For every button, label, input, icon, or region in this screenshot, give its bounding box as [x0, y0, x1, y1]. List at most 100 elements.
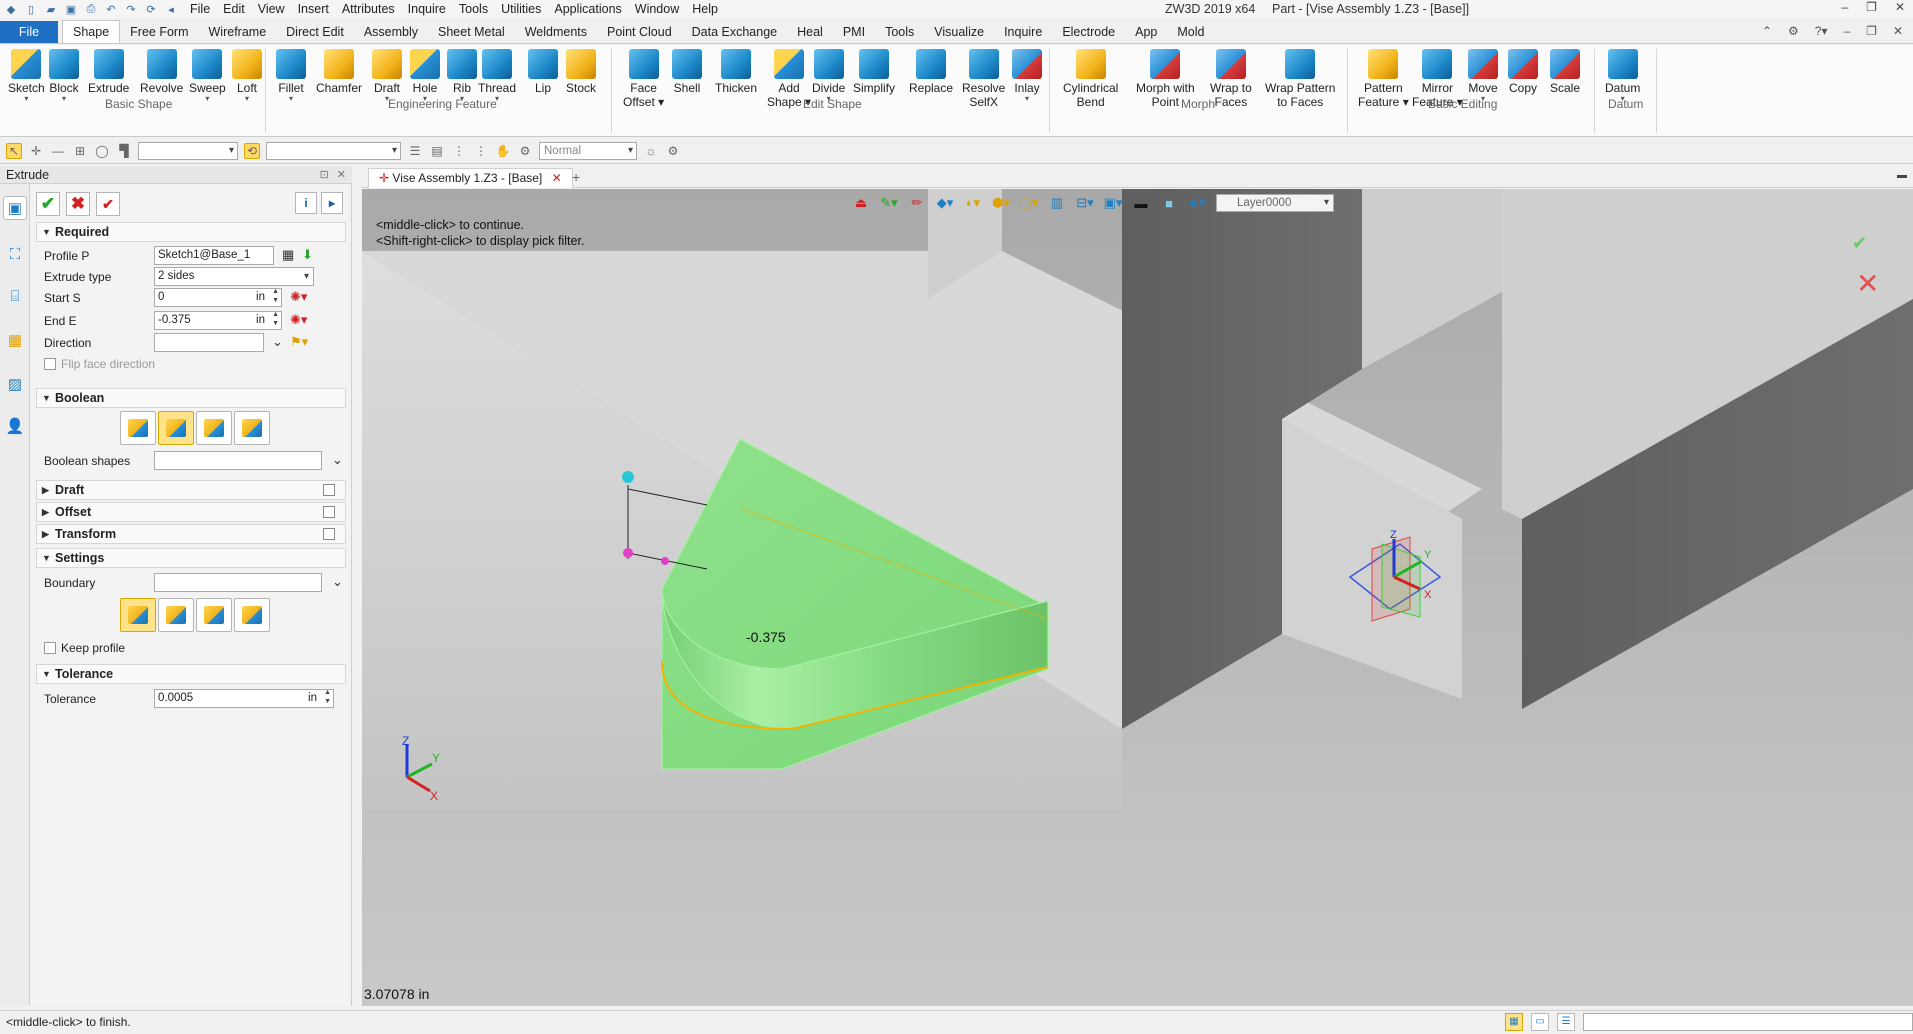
- sketch-button[interactable]: Sketch ▾: [8, 49, 45, 103]
- pattern-feature-button[interactable]: Pattern Feature ▾: [1358, 49, 1409, 109]
- exit-icon[interactable]: ⏏: [852, 195, 870, 211]
- add-shape-toggle[interactable]: [158, 411, 194, 445]
- boundary-type-4-toggle[interactable]: [234, 598, 270, 632]
- menu-file[interactable]: File: [190, 2, 210, 16]
- tab-tools[interactable]: Tools: [875, 21, 924, 43]
- tab-sheet-metal[interactable]: Sheet Metal: [428, 21, 515, 43]
- tab-file[interactable]: File: [0, 21, 58, 43]
- print-icon[interactable]: ⎙: [84, 2, 98, 16]
- boundary-type-1-toggle[interactable]: [120, 598, 156, 632]
- pick-combo[interactable]: [266, 142, 401, 160]
- simplify-button[interactable]: Simplify: [853, 49, 895, 95]
- menu-window[interactable]: Window: [635, 2, 679, 16]
- color-icon[interactable]: ■: [1160, 195, 1178, 211]
- save-icon[interactable]: ▣: [64, 2, 78, 16]
- copy-button[interactable]: Copy: [1508, 49, 1538, 95]
- tab-app[interactable]: App: [1125, 21, 1167, 43]
- pick-arrow-icon[interactable]: ↖: [6, 143, 22, 159]
- help-icon[interactable]: ?▾: [1815, 24, 1828, 38]
- tab-free-form[interactable]: Free Form: [120, 21, 198, 43]
- section-view-icon[interactable]: ⊟▾: [1076, 195, 1094, 211]
- pin-icon[interactable]: ⊡: [320, 166, 329, 184]
- end-input[interactable]: -0.375 in ▲ ▼: [154, 311, 282, 330]
- light-icon[interactable]: ☼: [643, 143, 659, 159]
- ok-button[interactable]: ✔: [36, 192, 60, 216]
- section-tolerance[interactable]: ▼ Tolerance: [36, 664, 346, 684]
- assembly-tree-icon[interactable]: ⌸: [3, 284, 27, 308]
- revolve-button[interactable]: Revolve: [140, 49, 183, 95]
- base-shape-button[interactable]: [120, 411, 156, 445]
- tab-inquire[interactable]: Inquire: [994, 21, 1052, 43]
- align-icon[interactable]: ⋮: [451, 143, 467, 159]
- document-tab[interactable]: ✛ Vise Assembly 1.Z3 - [Base] ✕: [368, 168, 573, 188]
- profile-list-icon[interactable]: ▦: [282, 247, 294, 263]
- feature-panel-icon[interactable]: ▣: [3, 196, 27, 220]
- new-file-icon[interactable]: ▯: [24, 2, 38, 16]
- user-icon[interactable]: 👤: [3, 414, 27, 438]
- section-boolean[interactable]: ▼ Boolean: [36, 388, 346, 408]
- cylindrical-bend-button[interactable]: Cylindrical Bend: [1063, 49, 1118, 109]
- close-icon[interactable]: ✕: [1895, 0, 1905, 14]
- render-icon[interactable]: ⚙: [517, 143, 533, 159]
- view-manager-icon[interactable]: ▨: [3, 372, 27, 396]
- spin-icon[interactable]: ▲ ▼: [272, 287, 279, 305]
- menu-help[interactable]: Help: [692, 2, 718, 16]
- restore-icon[interactable]: ❐: [1866, 24, 1877, 38]
- section-draft[interactable]: ▶ Draft: [36, 480, 346, 500]
- menu-insert[interactable]: Insert: [298, 2, 329, 16]
- close-tab-icon[interactable]: ✕: [552, 171, 562, 185]
- menu-attributes[interactable]: Attributes: [342, 2, 395, 16]
- accept-check-icon[interactable]: ✔: [1852, 233, 1867, 254]
- redo-icon[interactable]: ↷: [124, 2, 138, 16]
- layer-select[interactable]: Layer0000: [1216, 194, 1334, 212]
- back-icon[interactable]: ◂: [164, 2, 178, 16]
- filter-combo[interactable]: [138, 142, 238, 160]
- view-plane-icon[interactable]: ▥: [1048, 195, 1066, 211]
- menu-inquire[interactable]: Inquire: [408, 2, 446, 16]
- move-button[interactable]: Move ▾: [1468, 49, 1498, 103]
- 3d-viewport[interactable]: <middle-click> to continue. <Shift-right…: [362, 189, 1913, 1006]
- circle-select-icon[interactable]: ◯: [94, 143, 110, 159]
- minimize-icon[interactable]: –: [1841, 0, 1848, 14]
- section-offset[interactable]: ▶ Offset: [36, 502, 346, 522]
- display-icon[interactable]: ▣▾: [1104, 195, 1123, 211]
- apply-button[interactable]: ✔: [96, 192, 120, 216]
- menu-utilities[interactable]: Utilities: [501, 2, 541, 16]
- undo-icon[interactable]: ↶: [104, 2, 118, 16]
- monitor-icon[interactable]: ▭: [1531, 1013, 1549, 1031]
- tab-shape[interactable]: Shape: [62, 20, 121, 43]
- tab-heal[interactable]: Heal: [787, 21, 833, 43]
- crosshair-icon[interactable]: ✛: [28, 143, 44, 159]
- start-input[interactable]: 0 in ▲ ▼: [154, 288, 282, 307]
- thicken-button[interactable]: Thicken: [715, 49, 757, 95]
- hand-icon[interactable]: ✋: [495, 143, 511, 159]
- tab-point-cloud[interactable]: Point Cloud: [597, 21, 682, 43]
- smart-pick-icon[interactable]: ⟲: [244, 143, 260, 159]
- open-folder-icon[interactable]: ▰: [44, 2, 58, 16]
- end-handle[interactable]: [661, 557, 669, 565]
- tab-pmi[interactable]: PMI: [833, 21, 875, 43]
- boundary-type-2-toggle[interactable]: [158, 598, 194, 632]
- menu-tools[interactable]: Tools: [459, 2, 488, 16]
- transform-checkbox[interactable]: [323, 528, 335, 540]
- intersect-shape-toggle[interactable]: [234, 411, 270, 445]
- direction-pick-icon[interactable]: ⚑▾: [290, 334, 308, 350]
- hole-button[interactable]: Hole ▾: [410, 49, 440, 103]
- sketch-tool-icon[interactable]: ✎▾: [880, 195, 898, 211]
- tab-electrode[interactable]: Electrode: [1052, 21, 1125, 43]
- tab-list-icon[interactable]: ▬: [1897, 170, 1907, 181]
- offset-checkbox[interactable]: [323, 506, 335, 518]
- extrude-button[interactable]: Extrude: [88, 49, 129, 95]
- boolean-shapes-input[interactable]: [154, 451, 322, 470]
- thread-button[interactable]: Thread ▾: [478, 49, 516, 103]
- spin-icon[interactable]: ▲ ▼: [324, 688, 331, 706]
- list-icon[interactable]: ☰: [1557, 1013, 1575, 1031]
- chevron-down-icon[interactable]: ⌄: [332, 574, 343, 590]
- fillet-button[interactable]: Fillet ▾: [276, 49, 306, 103]
- menu-applications[interactable]: Applications: [554, 2, 621, 16]
- distribute-icon[interactable]: ⋮: [473, 143, 489, 159]
- stock-button[interactable]: Stock: [566, 49, 596, 95]
- shade-icon[interactable]: ⬢▾: [992, 195, 1010, 211]
- inlay-button[interactable]: Inlay ▾: [1012, 49, 1042, 103]
- cancel-button[interactable]: ✖: [66, 192, 90, 216]
